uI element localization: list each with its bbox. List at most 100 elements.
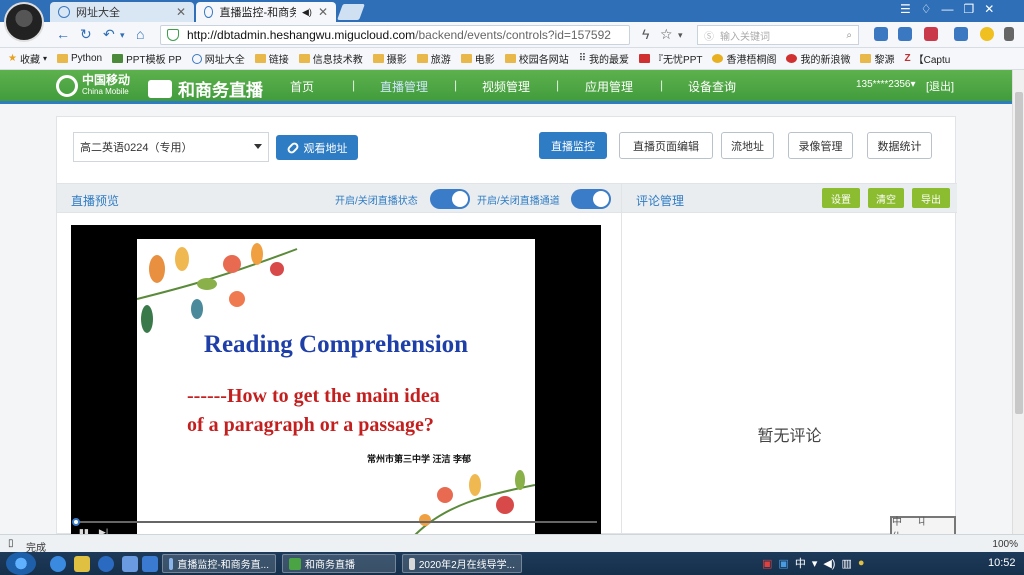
floral-decoration — [137, 243, 298, 333]
grid-icon: ⠿ — [578, 53, 587, 64]
page-scrollbar[interactable] — [1012, 70, 1024, 534]
home-icon[interactable]: ⌂ — [136, 26, 144, 42]
folder-icon — [460, 54, 472, 63]
close-icon[interactable]: ✕ — [176, 5, 186, 19]
export-button[interactable]: 导出 — [912, 188, 950, 208]
minimize-icon[interactable]: — — [942, 2, 954, 16]
close-icon[interactable]: ✕ — [318, 5, 328, 19]
bookmark-capture[interactable]: Z 【Captu — [904, 51, 950, 66]
network-icon[interactable]: ▥ — [841, 557, 851, 570]
bookmark-links[interactable]: 链接 — [254, 51, 289, 66]
browser-icon[interactable] — [142, 556, 158, 572]
logout-link[interactable]: [退出] — [926, 78, 954, 94]
star-icon[interactable]: ☆ — [660, 26, 673, 43]
clock[interactable]: 10:52 — [988, 557, 1016, 569]
folder-icon — [56, 54, 68, 63]
statistics-button[interactable]: 数据统计 — [867, 132, 932, 159]
bookmark-url-directory[interactable]: 网址大全 — [191, 51, 245, 66]
scissors-icon[interactable] — [924, 27, 938, 41]
live-channel-toggle[interactable] — [571, 189, 611, 209]
folder-icon[interactable] — [74, 556, 90, 572]
bookmark-liyuan[interactable]: 黎源 — [860, 51, 894, 66]
watch-url-button[interactable]: 观看地址 — [276, 135, 358, 160]
maximize-icon[interactable]: ❐ — [964, 2, 975, 16]
app-icon[interactable] — [122, 556, 138, 572]
clear-button[interactable]: 清空 — [868, 188, 904, 208]
slide-author: 常州市第三中学 汪洁 李郁 — [367, 454, 472, 464]
bolt-icon[interactable]: ϟ — [642, 26, 649, 42]
extension-icon[interactable] — [954, 27, 968, 41]
taskbar-item-heshangwu[interactable]: 和商务直播 — [282, 554, 396, 573]
nav-app-management[interactable]: 应用管理 — [585, 78, 633, 95]
refresh-icon[interactable]: ↻ — [80, 26, 92, 43]
chevron-down-icon[interactable]: ▾ — [812, 557, 818, 570]
language-indicator[interactable]: 中 — [795, 555, 806, 571]
bookmark-travel[interactable]: 旅游 — [416, 51, 451, 66]
avatar[interactable] — [4, 2, 44, 42]
bookmark-school-sites[interactable]: 校园各网站 — [504, 51, 569, 66]
bookmark-wuyou-ppt[interactable]: 『无忧PPT — [639, 51, 702, 66]
settings-button[interactable]: 设置 — [822, 188, 860, 208]
user-menu[interactable]: 135****2356▾ — [856, 79, 916, 90]
panel-divider — [621, 183, 622, 535]
product-logo[interactable]: 和商务直播 — [148, 76, 263, 101]
undo-icon[interactable]: ↶ — [103, 26, 115, 43]
bookmark-my-favorites[interactable]: ⠿ 我的最爱 — [579, 51, 629, 66]
shield-icon — [167, 29, 179, 41]
video-player[interactable]: Reading Comprehension ------How to get t… — [71, 225, 601, 537]
shirt-icon[interactable]: ♢ — [921, 2, 932, 16]
bookmark-ppt[interactable]: PPT模板 PP — [112, 51, 182, 66]
tray-app-icon[interactable]: ● — [858, 557, 865, 569]
bookmark-favorites[interactable]: ★ 收藏 ▾ — [8, 51, 47, 66]
menu-icon[interactable]: ☰ — [900, 2, 911, 16]
china-mobile-logo[interactable]: 中国移动 China Mobile — [56, 74, 130, 98]
media-icon[interactable] — [98, 556, 114, 572]
live-status-toggle[interactable] — [430, 189, 470, 209]
nav-device-query[interactable]: 设备查询 — [688, 78, 736, 95]
bookmark-photography[interactable]: 摄影 — [372, 51, 407, 66]
bookmark-wutongge[interactable]: 香港梧桐阁 — [712, 51, 776, 66]
event-select[interactable]: 高二英语0224（专用） — [73, 132, 269, 162]
stream-url-button[interactable]: 流地址 — [721, 132, 774, 159]
nav-video-management[interactable]: 视频管理 — [482, 78, 530, 95]
ppt-icon — [112, 54, 124, 63]
tab-url-directory[interactable]: 网址大全 ✕ — [50, 2, 194, 22]
new-tab-button[interactable] — [337, 4, 365, 20]
bookmark-it-teaching[interactable]: 信息技术教 — [298, 51, 363, 66]
tray-app-icon[interactable]: ▣ — [778, 557, 788, 570]
search-icon[interactable]: ⌕ — [846, 30, 852, 41]
tray-app-icon[interactable]: ▣ — [762, 557, 772, 570]
bookmark-movies[interactable]: 电影 — [460, 51, 495, 66]
tab-live-monitor[interactable]: 直播监控-和商务直播 ◀) ✕ — [196, 2, 336, 22]
page-body: 高二英语0224（专用） 观看地址 直播监控 直播页面编辑 流地址 录像管理 数… — [0, 104, 1012, 543]
nav-live-management[interactable]: 直播管理 — [380, 78, 428, 95]
event-select-value: 高二英语0224（专用） — [80, 142, 193, 154]
page-edit-button[interactable]: 直播页面编辑 — [619, 132, 713, 159]
taskbar-item-document[interactable]: 2020年2月在线导学... — [402, 554, 522, 573]
close-window-icon[interactable]: ✕ — [984, 2, 994, 16]
bookmark-python[interactable]: Python — [56, 53, 102, 64]
nav-home[interactable]: 首页 — [290, 78, 314, 95]
back-icon[interactable]: ← — [56, 26, 70, 42]
speaker-icon[interactable]: ◀) — [302, 7, 312, 18]
search-input[interactable]: Ⓢ 输入关键词 ⌕ — [697, 25, 859, 45]
save-icon[interactable] — [898, 27, 912, 41]
ie-icon[interactable] — [50, 556, 66, 572]
more-icon[interactable] — [1004, 27, 1014, 41]
recording-button[interactable]: 录像管理 — [788, 132, 853, 159]
start-button[interactable] — [6, 552, 36, 575]
chevron-down-icon[interactable]: ▾ — [678, 30, 683, 41]
speaker-icon[interactable]: ◀) — [823, 557, 835, 570]
chevron-down-icon[interactable]: ▾ — [120, 30, 125, 41]
zoom-level[interactable]: 100% — [992, 539, 1018, 550]
smiley-icon[interactable] — [980, 27, 994, 41]
scrollbar-thumb[interactable] — [1015, 92, 1023, 414]
video-progress-bar[interactable] — [72, 518, 597, 526]
live-monitor-button[interactable]: 直播监控 — [539, 132, 607, 159]
url-input[interactable]: http://dbtadmin.heshangwu.migucloud.com /… — [160, 25, 630, 45]
apps-icon[interactable] — [874, 27, 888, 41]
progress-handle[interactable] — [72, 518, 80, 526]
nav-separator: | — [454, 78, 458, 92]
taskbar-item-browser[interactable]: 直播监控-和商务直... — [162, 554, 276, 573]
bookmark-weibo[interactable]: 我的新浪微 — [786, 51, 850, 66]
